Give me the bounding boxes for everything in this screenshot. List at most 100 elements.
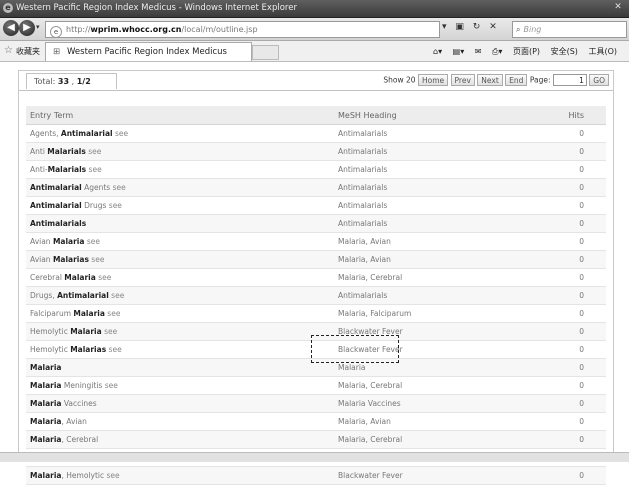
favorites-label[interactable]: 收藏夹 <box>16 46 40 57</box>
hits-header[interactable]: Hits <box>524 106 606 125</box>
entry-term-cell[interactable]: Avian Malaria see <box>26 232 334 251</box>
mesh-heading-header[interactable]: MeSH Heading <box>334 106 524 125</box>
back-button[interactable]: ◀ <box>3 20 19 36</box>
see-link[interactable]: see <box>115 129 128 138</box>
table-row[interactable]: Malaria Meningitis see Malaria, Cerebral 0 <box>26 376 606 395</box>
entry-term-cell[interactable]: Anti-Malarials see <box>26 160 334 179</box>
see-link[interactable]: see <box>111 291 124 300</box>
entry-term-header[interactable]: Entry Term <box>26 106 334 125</box>
entry-term-cell[interactable]: Malaria, Cerebral <box>26 430 334 449</box>
mesh-heading-cell[interactable]: Antimalarials <box>334 178 524 197</box>
table-row[interactable]: Cerebral Malaria see Malaria, Cerebral 0 <box>26 268 606 287</box>
mesh-heading-cell[interactable]: Antimalarials <box>334 160 524 179</box>
go-button[interactable]: GO <box>589 74 609 86</box>
table-row[interactable]: Malaria, Cerebral Malaria, Cerebral 0 <box>26 430 606 449</box>
table-row[interactable]: Antimalarial Agents see Antimalarials 0 <box>26 178 606 197</box>
address-input[interactable]: e http://wprim.whocc.org.cn/local/m/outli… <box>45 21 440 38</box>
see-link[interactable]: see <box>105 381 118 390</box>
mesh-heading-cell[interactable]: Malaria, Cerebral <box>334 376 524 395</box>
mesh-heading-cell[interactable]: Antimalarials <box>334 286 524 305</box>
entry-term-cell[interactable]: Drugs, Antimalarial see <box>26 286 334 305</box>
table-row[interactable]: Malaria, Avian Malaria, Avian 0 <box>26 412 606 431</box>
table-row[interactable]: Falciparum Malaria see Malaria, Falciparu… <box>26 304 606 323</box>
next-page-button[interactable]: Next <box>477 74 503 86</box>
home-page-button[interactable]: Home <box>417 74 449 86</box>
entry-term-cell[interactable]: Cerebral Malaria see <box>26 268 334 287</box>
mesh-heading-cell[interactable]: Malaria, Avian <box>334 250 524 269</box>
tools-menu[interactable]: 工具(O) <box>588 47 617 56</box>
mesh-heading-cell[interactable]: Malaria Vaccines <box>334 394 524 413</box>
command-bar: ⌂▾ ▤▾ ✉ ⎙▾ 页面(P) 安全(S) 工具(O) <box>433 46 625 57</box>
page-number-input[interactable]: 1 <box>552 74 587 86</box>
see-link[interactable]: see <box>91 255 104 264</box>
home-icon[interactable]: ⌂▾ <box>433 47 442 56</box>
mesh-heading-cell[interactable]: Antimalarials <box>334 124 524 143</box>
table-row[interactable]: Antimalarial Drugs see Antimalarials 0 <box>26 196 606 215</box>
table-row[interactable]: Antimalarials Antimalarials 0 <box>26 214 606 233</box>
table-row[interactable]: Malaria, Hemolytic see Blackwater Fever 0 <box>26 466 606 485</box>
see-link[interactable]: see <box>107 309 120 318</box>
entry-term-prefix: Hemolytic <box>30 345 71 354</box>
table-row[interactable]: Drugs, Antimalarial see Antimalarials 0 <box>26 286 606 305</box>
mesh-heading-cell[interactable]: Antimalarials <box>334 196 524 215</box>
table-row[interactable]: Anti Malarials see Antimalarials 0 <box>26 142 606 161</box>
entry-term-cell[interactable]: Malaria Meningitis see <box>26 376 334 395</box>
table-row[interactable]: Avian Malarias see Malaria, Avian 0 <box>26 250 606 269</box>
page-menu[interactable]: 页面(P) <box>513 47 540 56</box>
entry-term-cell[interactable]: Malaria Vaccines <box>26 394 334 413</box>
see-link[interactable]: see <box>109 201 122 210</box>
entry-term-cell[interactable]: Malaria <box>26 358 334 377</box>
mail-icon[interactable]: ✉ <box>475 47 482 56</box>
entry-term-cell[interactable]: Antimalarials <box>26 214 334 233</box>
favorites-star-icon[interactable]: ☆ <box>4 45 13 56</box>
entry-term-cell[interactable]: Falciparum Malaria see <box>26 304 334 323</box>
see-link[interactable]: see <box>98 273 111 282</box>
total-tab[interactable]: Total: 33 , 1/2 <box>26 73 117 89</box>
safety-menu[interactable]: 安全(S) <box>551 47 578 56</box>
entry-term-match: Malarials <box>47 165 87 174</box>
close-window-icon[interactable]: ✕ <box>611 2 625 14</box>
entry-term-cell[interactable]: Malaria, Hemolytic see <box>26 466 334 485</box>
entry-term-cell[interactable]: Hemolytic Malaria see <box>26 322 334 341</box>
prev-page-button[interactable]: Prev <box>450 74 475 86</box>
entry-term-cell[interactable]: Anti Malarials see <box>26 142 334 161</box>
mesh-heading-cell[interactable]: Antimalarials <box>334 214 524 233</box>
print-icon[interactable]: ⎙▾ <box>492 47 502 56</box>
compatibility-view-icon[interactable]: ▣ <box>455 22 464 32</box>
entry-term-cell[interactable]: Antimalarial Drugs see <box>26 196 334 215</box>
table-row[interactable]: Malaria Vaccines Malaria Vaccines 0 <box>26 394 606 413</box>
address-dropdown-icon[interactable]: ▾ <box>442 22 447 32</box>
see-link[interactable]: see <box>104 327 117 336</box>
browser-tab[interactable]: ⊞ Western Pacific Region Index Medicus <box>45 42 252 61</box>
mesh-heading-cell[interactable]: Blackwater Fever <box>334 466 524 485</box>
new-tab-button[interactable] <box>252 45 279 60</box>
mesh-heading-cell[interactable]: Malaria, Cerebral <box>334 268 524 287</box>
feeds-icon[interactable]: ▤▾ <box>453 47 465 56</box>
stop-icon[interactable]: ✕ <box>489 22 497 32</box>
mesh-heading-cell[interactable]: Malaria, Avian <box>334 412 524 431</box>
entry-term-cell[interactable]: Malaria, Avian <box>26 412 334 431</box>
mesh-heading-cell[interactable]: Antimalarials <box>334 142 524 161</box>
see-link[interactable]: see <box>113 183 126 192</box>
see-link[interactable]: see <box>109 345 122 354</box>
table-row[interactable]: Avian Malaria see Malaria, Avian 0 <box>26 232 606 251</box>
entry-term-cell[interactable]: Hemolytic Malarias see <box>26 340 334 359</box>
entry-term-cell[interactable]: Avian Malarias see <box>26 250 334 269</box>
history-dropdown-icon[interactable]: ▾ <box>36 23 40 31</box>
end-page-button[interactable]: End <box>505 74 528 86</box>
see-link[interactable]: see <box>87 237 100 246</box>
see-link[interactable]: see <box>89 165 102 174</box>
entry-term-cell[interactable]: Antimalarial Agents see <box>26 178 334 197</box>
hits-cell: 0 <box>524 412 606 431</box>
mesh-heading-cell[interactable]: Malaria, Cerebral <box>334 430 524 449</box>
forward-button[interactable]: ▶ <box>19 20 35 36</box>
table-row[interactable]: Agents, Antimalarial see Antimalarials 0 <box>26 124 606 143</box>
search-input[interactable]: ⌕ Bing <box>512 21 627 38</box>
see-link[interactable]: see <box>106 471 119 480</box>
see-link[interactable]: see <box>88 147 101 156</box>
table-row[interactable]: Anti-Malarials see Antimalarials 0 <box>26 160 606 179</box>
refresh-icon[interactable]: ↻ <box>473 22 481 32</box>
mesh-heading-cell[interactable]: Malaria, Avian <box>334 232 524 251</box>
entry-term-cell[interactable]: Agents, Antimalarial see <box>26 124 334 143</box>
mesh-heading-cell[interactable]: Malaria, Falciparum <box>334 304 524 323</box>
